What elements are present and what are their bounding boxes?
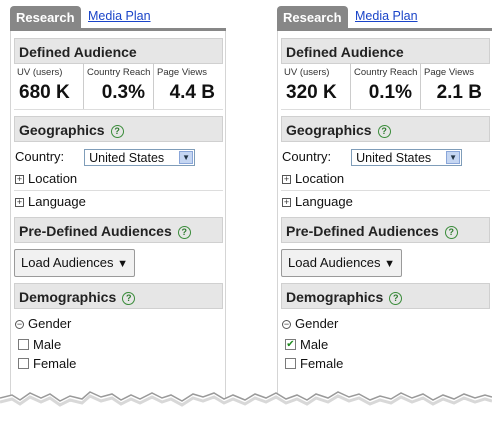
predefined-title: Pre-Defined Audiences <box>19 223 172 239</box>
female-row[interactable]: Female <box>14 354 225 373</box>
stat-value: 680 K <box>19 82 70 103</box>
audience-panel-left: Research Media Plan Defined Audience UV … <box>10 6 226 404</box>
demographics-title: Demographics <box>286 289 384 305</box>
predefined-audiences-header: Pre-Defined Audiences? <box>14 217 223 243</box>
gender-row[interactable]: − Gender <box>14 313 225 335</box>
male-row[interactable]: ✔ Male <box>281 335 492 354</box>
load-audiences-label: Load Audiences <box>21 255 114 270</box>
language-label: Language <box>295 194 353 209</box>
location-row[interactable]: + Location <box>281 168 492 190</box>
male-checkbox[interactable] <box>18 339 29 350</box>
language-row[interactable]: + Language <box>14 191 225 213</box>
male-label: Male <box>33 337 62 352</box>
chevron-down-icon[interactable]: ▼ <box>446 150 461 164</box>
male-checkbox[interactable]: ✔ <box>285 339 296 350</box>
predefined-title: Pre-Defined Audiences <box>286 223 439 239</box>
demographics-header: Demographics? <box>14 283 223 309</box>
stat-value: 2.1 B <box>436 82 482 103</box>
stat-value: 0.1% <box>368 82 412 103</box>
audience-stats: UV (users) 320 K Country Reach 0.1% Page… <box>281 64 490 110</box>
collapse-minus-icon[interactable]: − <box>282 319 291 329</box>
stat-uv: UV (users) 680 K <box>14 64 83 109</box>
expand-plus-icon[interactable]: + <box>15 174 24 184</box>
stat-value: 0.3% <box>101 82 145 103</box>
audience-panel-right: Research Media Plan Defined Audience UV … <box>277 6 492 404</box>
stat-label: UV (users) <box>284 67 330 78</box>
help-icon[interactable]: ? <box>122 292 136 305</box>
tab-bar: Research Media Plan <box>277 6 492 31</box>
gender-label: Gender <box>28 316 72 331</box>
stat-page-views: Page Views 2.1 B <box>420 64 490 109</box>
stat-uv: UV (users) 320 K <box>281 64 350 109</box>
predefined-audiences-header: Pre-Defined Audiences? <box>281 217 490 243</box>
language-label: Language <box>28 194 86 209</box>
dropdown-triangle-icon: ▼ <box>117 258 129 270</box>
geographics-title: Geographics <box>286 122 372 138</box>
load-audiences-button[interactable]: Load Audiences ▼ <box>14 249 136 277</box>
dropdown-triangle-icon: ▼ <box>384 258 396 270</box>
country-row: Country: United States ▼ <box>281 146 492 168</box>
stat-label: Page Views <box>424 67 474 78</box>
help-icon[interactable]: ? <box>110 125 124 138</box>
stat-label: Country Reach <box>87 67 151 78</box>
chevron-down-icon[interactable]: ▼ <box>179 150 194 164</box>
torn-edge-decoration <box>0 391 492 424</box>
male-row[interactable]: Male <box>14 335 225 354</box>
female-label: Female <box>33 356 77 371</box>
help-icon[interactable]: ? <box>377 125 391 138</box>
load-audiences-label: Load Audiences <box>288 255 381 270</box>
defined-audience-header: Defined Audience <box>14 38 223 64</box>
female-checkbox[interactable] <box>18 358 29 369</box>
location-row[interactable]: + Location <box>14 168 225 190</box>
load-audiences-button[interactable]: Load Audiences ▼ <box>281 249 403 277</box>
country-value: United States <box>356 150 432 165</box>
country-label: Country: <box>15 149 65 164</box>
stat-country-reach: Country Reach 0.3% <box>83 64 153 109</box>
location-label: Location <box>295 171 345 186</box>
stat-value: 4.4 B <box>169 82 215 103</box>
help-icon[interactable]: ? <box>177 226 191 239</box>
tab-bar: Research Media Plan <box>10 6 226 31</box>
tab-research[interactable]: Research <box>10 6 81 28</box>
country-label: Country: <box>282 149 332 164</box>
gender-row[interactable]: − Gender <box>281 313 492 335</box>
help-icon[interactable]: ? <box>444 226 458 239</box>
demographics-title: Demographics <box>19 289 117 305</box>
female-label: Female <box>300 356 344 371</box>
expand-plus-icon[interactable]: + <box>282 174 291 184</box>
gender-label: Gender <box>295 316 339 331</box>
geographics-header: Geographics? <box>14 116 223 142</box>
location-label: Location <box>28 171 78 186</box>
stat-label: UV (users) <box>17 67 63 78</box>
stat-label: Page Views <box>157 67 207 78</box>
defined-audience-header: Defined Audience <box>281 38 490 64</box>
geographics-header: Geographics? <box>281 116 490 142</box>
tab-research[interactable]: Research <box>277 6 348 28</box>
panel-body: Defined Audience UV (users) 680 K Countr… <box>10 31 226 404</box>
geographics-title: Geographics <box>19 122 105 138</box>
country-select[interactable]: United States ▼ <box>84 148 196 166</box>
female-row[interactable]: Female <box>281 354 492 373</box>
country-value: United States <box>89 150 165 165</box>
tab-media-plan[interactable]: Media Plan <box>355 9 418 23</box>
help-icon[interactable]: ? <box>389 292 403 305</box>
country-select[interactable]: United States ▼ <box>351 148 463 166</box>
country-row: Country: United States ▼ <box>14 146 225 168</box>
stat-label: Country Reach <box>354 67 418 78</box>
female-checkbox[interactable] <box>285 358 296 369</box>
collapse-minus-icon[interactable]: − <box>15 319 24 329</box>
stat-value: 320 K <box>286 82 337 103</box>
language-row[interactable]: + Language <box>281 191 492 213</box>
audience-stats: UV (users) 680 K Country Reach 0.3% Page… <box>14 64 223 110</box>
stat-page-views: Page Views 4.4 B <box>153 64 223 109</box>
panel-body: Defined Audience UV (users) 320 K Countr… <box>277 31 492 404</box>
tab-media-plan[interactable]: Media Plan <box>88 9 151 23</box>
male-label: Male <box>300 337 329 352</box>
stat-country-reach: Country Reach 0.1% <box>350 64 420 109</box>
expand-plus-icon[interactable]: + <box>15 197 24 207</box>
demographics-header: Demographics? <box>281 283 490 309</box>
expand-plus-icon[interactable]: + <box>282 197 291 207</box>
